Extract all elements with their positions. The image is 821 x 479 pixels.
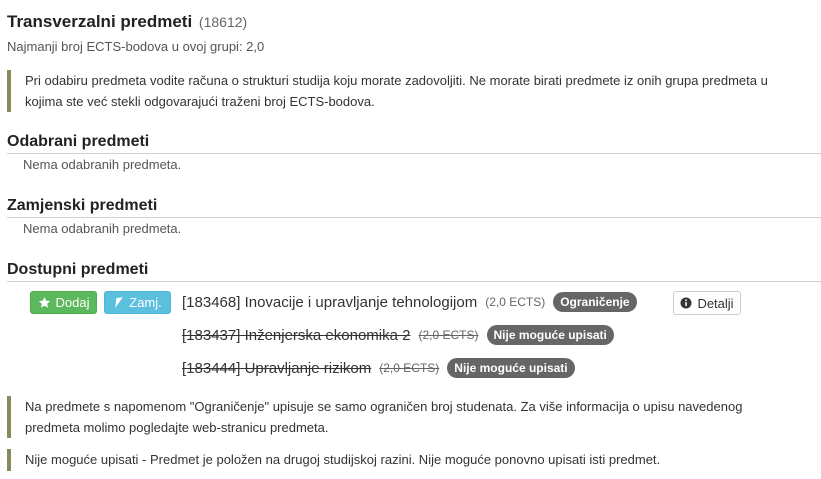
min-ects-text: Najmanji broj ECTS-bodova u ovoj grupi: … bbox=[7, 39, 265, 54]
replace-course-button[interactable]: Zamj. bbox=[104, 291, 171, 314]
course-row-3: [183444] Upravljanje rizikom (2,0 ECTS) … bbox=[182, 358, 575, 378]
course-code: [183437] bbox=[182, 326, 241, 344]
course-name: Inovacije i upravljanje tehnologijom bbox=[244, 293, 478, 311]
course-name: Upravljanje rizikom bbox=[244, 359, 372, 377]
replacement-courses-heading: Zamjenski predmeti bbox=[7, 195, 821, 218]
course-row-1: [183468] Inovacije i upravljanje tehnolo… bbox=[182, 292, 637, 312]
add-course-button[interactable]: Dodaj bbox=[30, 291, 97, 314]
notice-line-2: kojima ste već stekli odgovarajući traže… bbox=[25, 94, 375, 109]
not-possible-footnote-text: Nije moguće upisati - Predmet je položen… bbox=[25, 452, 661, 467]
restriction-footnote-line-2: predmeta molimo pogledajte web-stranicu … bbox=[25, 420, 329, 435]
course-row-2: [183437] Inženjerska ekonomika 2 (2,0 EC… bbox=[182, 325, 614, 345]
replace-course-label: Zamj. bbox=[129, 295, 162, 310]
course-details-button[interactable]: Detalji bbox=[673, 291, 741, 315]
add-course-label: Dodaj bbox=[55, 295, 90, 310]
course-code: [183444] bbox=[182, 359, 241, 377]
star-icon bbox=[38, 296, 51, 309]
course-code: [183468] bbox=[182, 293, 241, 311]
group-title: Transverzalni predmeti (18612) bbox=[7, 12, 247, 32]
restriction-footnote: Na predmete s napomenom "Ograničenje" up… bbox=[7, 396, 821, 438]
course-ects: (2,0 ECTS) bbox=[485, 295, 546, 309]
location-arrow-icon bbox=[113, 296, 124, 309]
selected-courses-heading: Odabrani predmeti bbox=[7, 131, 821, 154]
restriction-badge: Ograničenje bbox=[553, 292, 637, 312]
restriction-footnote-line-1: Na predmete s napomenom "Ograničenje" up… bbox=[25, 399, 743, 414]
not-possible-footnote: Nije moguće upisati - Predmet je položen… bbox=[7, 449, 821, 471]
study-structure-notice: Pri odabiru predmeta vodite računa o str… bbox=[7, 70, 821, 112]
group-id: (18612) bbox=[198, 14, 248, 30]
not-possible-badge: Nije moguće upisati bbox=[486, 325, 614, 345]
info-circle-icon bbox=[680, 297, 692, 309]
course-name: Inženjerska ekonomika 2 bbox=[244, 326, 411, 344]
group-title-text: Transverzalni predmeti bbox=[7, 12, 193, 31]
replacement-courses-empty: Nema odabranih predmeta. bbox=[23, 221, 182, 236]
course-ects: (2,0 ECTS) bbox=[379, 361, 440, 375]
notice-line-1: Pri odabiru predmeta vodite računa o str… bbox=[25, 73, 768, 88]
not-possible-badge: Nije moguće upisati bbox=[447, 358, 575, 378]
selected-courses-empty: Nema odabranih predmeta. bbox=[23, 157, 182, 172]
course-ects: (2,0 ECTS) bbox=[418, 328, 479, 342]
available-courses-heading: Dostupni predmeti bbox=[7, 259, 821, 282]
course-details-label: Detalji bbox=[697, 295, 734, 311]
